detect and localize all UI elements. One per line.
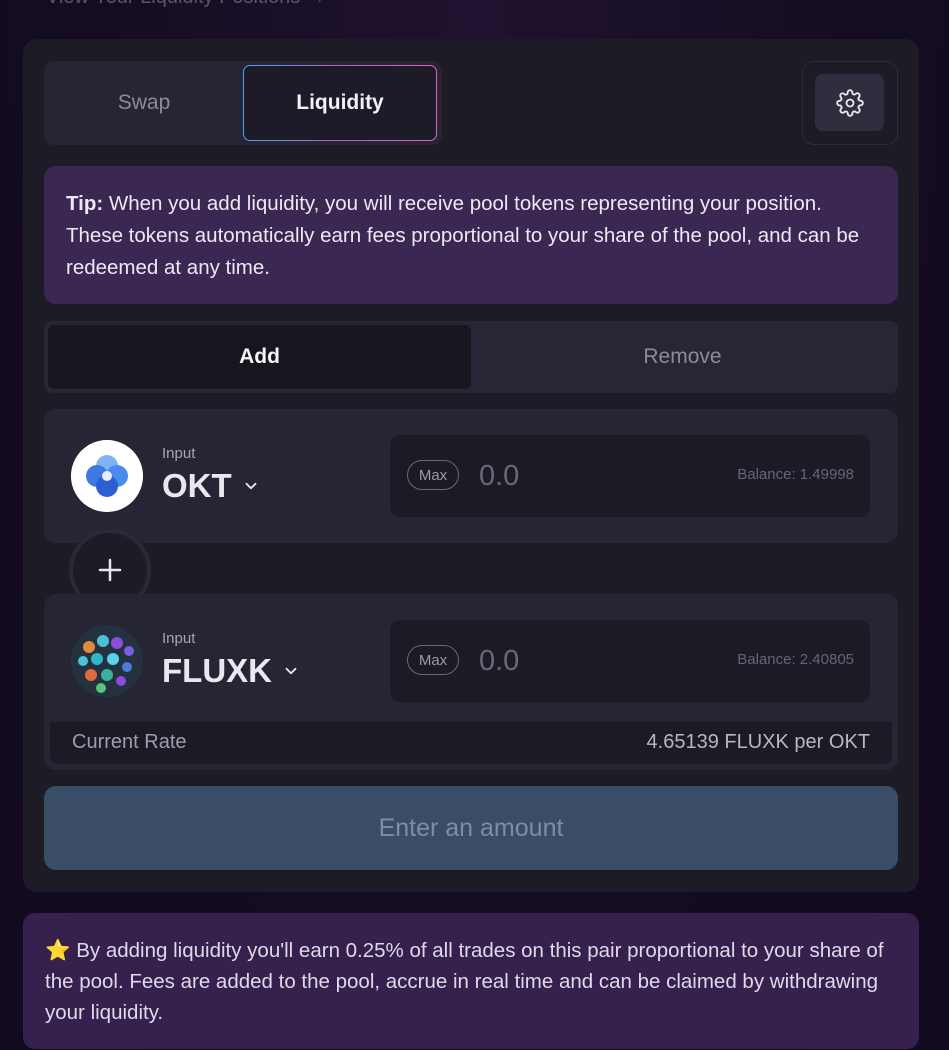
liquidity-card: Swap Liquidity Tip: When you add liquidi… [23, 39, 919, 892]
token-b-max-button[interactable]: Max [407, 645, 459, 675]
fee-info-text: By adding liquidity you'll earn 0.25% of… [45, 939, 884, 1024]
token-a-max-button[interactable]: Max [407, 460, 459, 490]
tip-box: Tip: When you add liquidity, you will re… [44, 166, 898, 304]
token-a-amount-input[interactable] [477, 457, 701, 495]
token-b-panel: Input FLUXK Max Balance: 2.40805 Current… [44, 594, 898, 770]
tab-liquidity[interactable]: Liquidity [243, 65, 437, 141]
token-b-selector[interactable]: FLUXK [162, 652, 300, 690]
token-b-input-label: Input [162, 630, 196, 647]
current-rate-label: Current Rate [72, 731, 187, 753]
chevron-down-icon [245, 482, 257, 490]
token-a-input-label: Input [162, 445, 196, 462]
token-a-amount-box: Max Balance: 1.49998 [390, 435, 870, 517]
star-icon: ⭐ [45, 939, 71, 962]
token-b-amount-input[interactable] [477, 642, 701, 680]
add-remove-toggle: Add Remove [44, 321, 898, 393]
settings-button[interactable] [815, 74, 884, 131]
current-rate-value: 4.65139 FLUXK per OKT [646, 731, 870, 753]
current-rate-row: Current Rate 4.65139 FLUXK per OKT [50, 722, 892, 764]
tip-text: When you add liquidity, you will receive… [66, 192, 860, 279]
tab-swap[interactable]: Swap [44, 61, 244, 145]
token-b-symbol: FLUXK [162, 652, 272, 689]
fee-info-box: ⭐ By adding liquidity you'll earn 0.25% … [23, 913, 919, 1049]
enter-amount-button[interactable]: Enter an amount [44, 786, 898, 870]
settings-container [802, 61, 898, 145]
token-a-symbol: OKT [162, 467, 232, 504]
tip-title: Tip: [66, 192, 104, 215]
token-a-balance: Balance: 1.49998 [737, 466, 854, 483]
swap-liquidity-tabs: Swap Liquidity [44, 61, 442, 145]
add-tab[interactable]: Add [48, 325, 471, 389]
remove-tab[interactable]: Remove [471, 325, 894, 389]
okt-logo-icon [71, 440, 143, 512]
token-a-selector[interactable]: OKT [162, 467, 260, 505]
view-positions-link[interactable]: View Your Liquidity Positions → [46, 0, 326, 9]
token-a-panel: Input OKT Max Balance: 1.49998 [44, 409, 898, 543]
gear-icon [835, 88, 864, 117]
token-b-amount-box: Max Balance: 2.40805 [390, 620, 870, 702]
chevron-down-icon [285, 667, 297, 675]
fluxk-logo-icon [71, 625, 143, 697]
token-b-balance: Balance: 2.40805 [737, 651, 854, 668]
plus-icon [98, 558, 122, 582]
